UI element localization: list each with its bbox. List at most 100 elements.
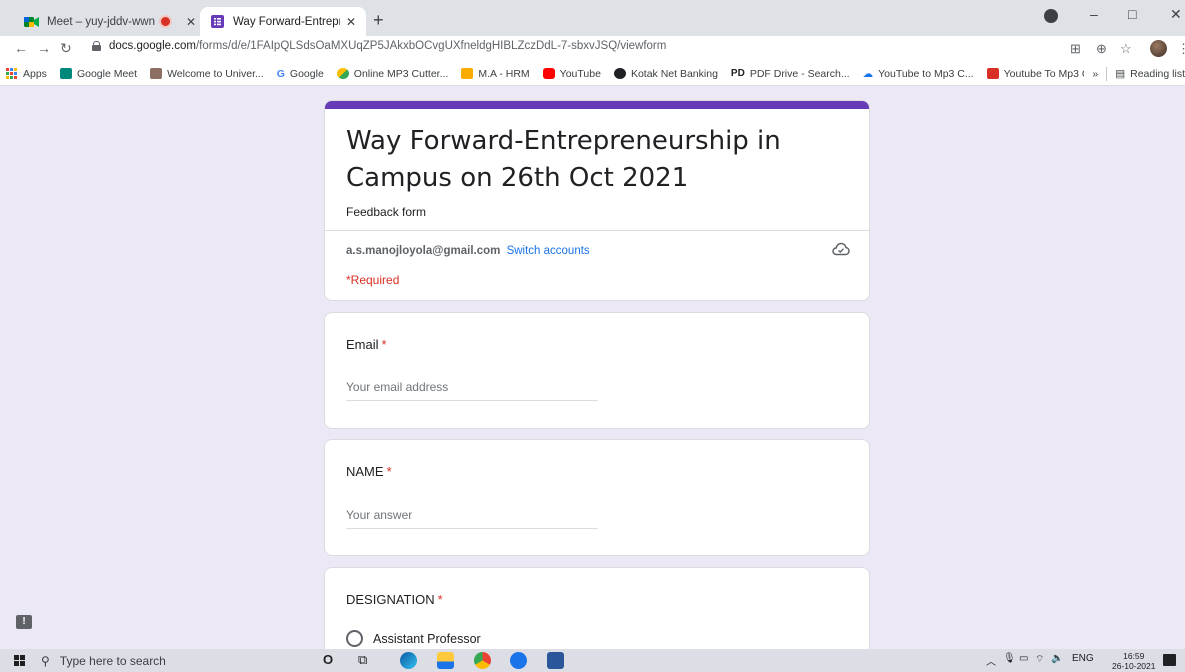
bookmark-ma-hrm[interactable]: M.A - HRM <box>461 67 530 80</box>
address-bar[interactable]: docs.google.com/forms/d/e/1FAIpQLSdsOaMX… <box>92 40 666 52</box>
apps-grid-icon <box>6 68 18 79</box>
bookmark-pdf-drive[interactable]: PD PDF Drive - Search... <box>731 68 850 80</box>
notifications-icon[interactable] <box>1163 654 1176 666</box>
task-view-icon[interactable]: ⧉ <box>358 652 367 668</box>
question-label: NAME * <box>346 464 392 479</box>
radio-option-assistant-professor[interactable]: Assistant Professor <box>346 630 481 647</box>
question-card-name: NAME * <box>324 439 870 556</box>
menu-kebab-icon[interactable]: ⋮ <box>1177 41 1185 57</box>
bookmark-label: Kotak Net Banking <box>630 67 718 80</box>
bookmark-youtube[interactable]: YouTube <box>542 67 601 80</box>
bookmark-university[interactable]: Welcome to Univer... <box>150 68 264 80</box>
edge-icon[interactable] <box>400 652 417 669</box>
volume-icon[interactable]: 🔈 <box>1051 653 1063 664</box>
reading-list-button[interactable]: Reading list <box>1130 68 1185 80</box>
lock-icon <box>92 41 101 51</box>
google-forms-icon <box>210 14 225 29</box>
required-asterisk: * <box>386 464 392 479</box>
forward-arrow-icon[interactable]: → <box>37 40 51 56</box>
wifi-icon[interactable]: ⌔ <box>1035 653 1044 666</box>
bookmark-label: PDF Drive - Search... <box>749 67 850 80</box>
divider <box>325 230 869 231</box>
account-info: a.s.manojloyola@gmail.com Switch account… <box>346 245 590 257</box>
bookmark-label: Welcome to Univer... <box>167 67 264 80</box>
bookmark-mp3-cutter[interactable]: Online MP3 Cutter... <box>336 67 449 80</box>
bookmark-label: Apps <box>23 67 47 80</box>
close-window-button[interactable]: ✕ <box>1170 6 1182 23</box>
radio-button[interactable] <box>346 630 363 647</box>
microphone-icon[interactable]: 🎙 <box>1003 653 1016 664</box>
bookmark-label: YouTube <box>559 67 601 80</box>
email-field[interactable] <box>346 377 598 401</box>
recording-indicator-icon <box>160 17 170 26</box>
back-arrow-icon[interactable]: ← <box>14 40 28 56</box>
url-path: /forms/d/e/1FAIpQLSdsOaMXUqZP5JAkxbOCvgU… <box>195 40 667 52</box>
classroom-icon <box>461 68 474 79</box>
new-tab-button[interactable]: + <box>373 11 384 29</box>
bookmark-kotak[interactable]: Kotak Net Banking <box>613 67 718 80</box>
divider <box>1106 67 1108 81</box>
chrome-icon[interactable] <box>474 652 491 669</box>
name-field[interactable] <box>346 505 598 529</box>
bookmarks-bar-right: » ▤ Reading list <box>1084 62 1185 85</box>
search-icon: ⚲ <box>41 653 50 668</box>
cortana-icon[interactable]: O <box>323 652 333 667</box>
tab-title: Way Forward-Entrepreneurship i <box>233 15 340 28</box>
download-icon <box>986 68 999 79</box>
question-label: DESIGNATION * <box>346 592 443 607</box>
google-g-icon: G <box>276 67 285 80</box>
form-accent-stripe <box>325 101 869 109</box>
youtube-icon <box>542 68 555 79</box>
tab-title: Meet – yuy-jddv-wwn <box>47 15 156 28</box>
tab-forms[interactable]: Way Forward-Entrepreneurship i ✕ <box>200 7 366 36</box>
url-host: docs.google.com <box>109 40 196 52</box>
taskbar-clock[interactable]: 16:59 26-10-2021 <box>1112 651 1155 671</box>
bookmark-yt-mp3-a[interactable]: ☁ YouTube to Mp3 C... <box>863 68 974 80</box>
google-meet-icon <box>59 68 72 79</box>
required-asterisk: * <box>437 592 443 607</box>
question-label: Email * <box>346 337 387 352</box>
battery-icon[interactable]: ▭ <box>1019 653 1028 664</box>
bookmarks-bar: Apps Google Meet Welcome to Univer... GG… <box>0 62 1185 86</box>
maximize-button[interactable]: □ <box>1128 6 1136 22</box>
question-card-email: Email * <box>324 312 870 429</box>
avatar[interactable] <box>1150 40 1167 57</box>
account-email: a.s.manojloyola@gmail.com <box>346 245 501 257</box>
zoom-icon[interactable]: ⊕ <box>1096 41 1107 57</box>
clock-time: 16:59 <box>1123 651 1145 661</box>
file-explorer-icon[interactable] <box>437 652 454 669</box>
form-title: Way Forward-Entrepreneurship in Campus o… <box>346 126 781 193</box>
radio-option-label: Assistant Professor <box>373 631 481 646</box>
close-tab-icon[interactable]: ✕ <box>346 15 356 29</box>
language-indicator[interactable]: ENG <box>1072 653 1094 664</box>
bookmark-star-icon[interactable]: ☆ <box>1120 41 1132 57</box>
profile-indicator-icon[interactable] <box>1044 9 1058 23</box>
bookmark-label: Online MP3 Cutter... <box>353 67 449 80</box>
taskbar-search-placeholder: Type here to search <box>59 653 166 668</box>
question-title: NAME <box>346 464 384 479</box>
bookmark-label: YouTube to Mp3 C... <box>878 67 974 80</box>
bookmarks-overflow-button[interactable]: » <box>1092 68 1098 80</box>
report-feedback-button[interactable]: ! <box>16 615 32 629</box>
reload-icon[interactable]: ↻ <box>60 40 72 57</box>
tab-meet[interactable]: Meet – yuy-jddv-wwn ✕ <box>14 7 206 36</box>
clock-date: 26-10-2021 <box>1112 661 1156 671</box>
bookmark-label: M.A - HRM <box>478 67 530 80</box>
bookmark-google-meet[interactable]: Google Meet <box>59 67 138 80</box>
switch-accounts-link[interactable]: Switch accounts <box>507 245 590 257</box>
bookmark-google[interactable]: G Google <box>277 68 324 80</box>
install-app-icon[interactable]: ⊞ <box>1070 41 1081 57</box>
windows-start-icon[interactable] <box>14 655 25 666</box>
close-tab-icon[interactable]: ✕ <box>186 15 196 29</box>
bookmark-label: Google Meet <box>76 67 138 80</box>
chevron-up-icon[interactable]: ︿ <box>986 653 996 668</box>
bookmark-apps[interactable]: Apps <box>6 68 47 80</box>
browser-tab-strip: Meet – yuy-jddv-wwn ✕ Way Forward-Entrep… <box>0 0 1185 36</box>
telegram-icon[interactable] <box>510 652 527 669</box>
word-icon[interactable] <box>547 652 564 669</box>
cloud-saved-icon <box>832 242 850 256</box>
reading-list-icon: ▤ <box>1115 68 1126 80</box>
taskbar-search[interactable]: ⚲ Type here to search <box>41 649 295 672</box>
university-logo-icon <box>150 68 163 79</box>
minimize-button[interactable]: – <box>1090 6 1098 22</box>
